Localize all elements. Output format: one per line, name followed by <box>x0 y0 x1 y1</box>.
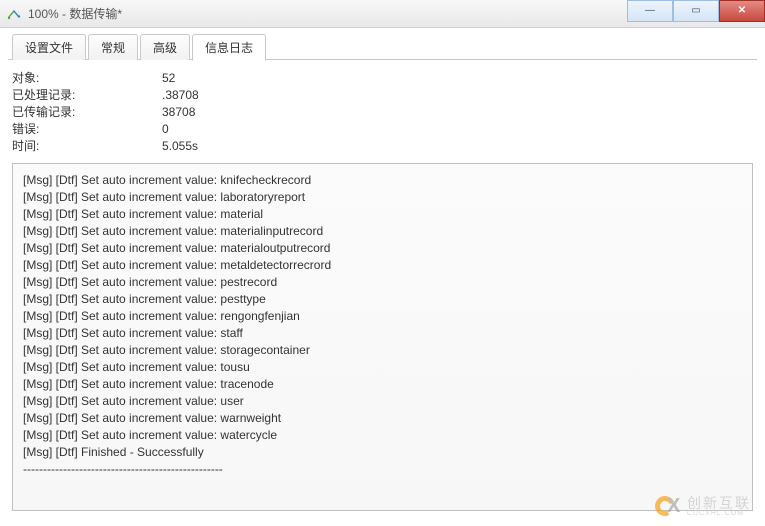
tab-3[interactable]: 信息日志 <box>192 34 266 61</box>
tab-0[interactable]: 设置文件 <box>12 34 86 60</box>
titlebar: 100% - 数据传输* — ▭ ✕ <box>0 0 765 28</box>
summary-panel: 对象:52已处理记录:.38708已传输记录:38708错误:0时间:5.055… <box>12 70 753 155</box>
log-line: [Msg] [Dtf] Set auto increment value: ma… <box>23 223 742 240</box>
summary-label: 时间: <box>12 138 162 155</box>
maximize-icon: ▭ <box>691 6 700 16</box>
log-line: [Msg] [Dtf] Set auto increment value: pe… <box>23 291 742 308</box>
window-controls: — ▭ ✕ <box>627 0 765 22</box>
log-line: [Msg] [Dtf] Set auto increment value: tr… <box>23 376 742 393</box>
tab-label: 高级 <box>153 41 177 55</box>
summary-row: 已传输记录:38708 <box>12 104 753 121</box>
log-line: [Msg] [Dtf] Set auto increment value: wa… <box>23 410 742 427</box>
log-line: [Msg] [Dtf] Set auto increment value: me… <box>23 257 742 274</box>
summary-value: .38708 <box>162 87 199 104</box>
log-line: ----------------------------------------… <box>23 461 742 478</box>
summary-value: 52 <box>162 70 175 87</box>
log-line: [Msg] [Dtf] Set auto increment value: st… <box>23 325 742 342</box>
summary-label: 已处理记录: <box>12 87 162 104</box>
app-icon <box>6 6 22 22</box>
summary-row: 对象:52 <box>12 70 753 87</box>
tab-1[interactable]: 常规 <box>88 34 138 60</box>
summary-row: 已处理记录:.38708 <box>12 87 753 104</box>
close-icon: ✕ <box>738 6 746 16</box>
tab-bar: 设置文件 常规 高级 信息日志 <box>8 34 757 60</box>
summary-row: 错误:0 <box>12 121 753 138</box>
log-line: [Msg] [Dtf] Set auto increment value: pe… <box>23 274 742 291</box>
minimize-icon: — <box>645 6 655 16</box>
log-line: [Msg] [Dtf] Set auto increment value: us… <box>23 393 742 410</box>
summary-label: 已传输记录: <box>12 104 162 121</box>
window-title: 100% - 数据传输* <box>28 5 122 22</box>
summary-value: 38708 <box>162 104 195 121</box>
log-panel[interactable]: [Msg] [Dtf] Set auto increment value: kn… <box>12 163 753 511</box>
log-line: [Msg] [Dtf] Set auto increment value: kn… <box>23 172 742 189</box>
tab-label: 信息日志 <box>205 41 253 55</box>
log-line: [Msg] [Dtf] Set auto increment value: ma… <box>23 240 742 257</box>
tab-2[interactable]: 高级 <box>140 34 190 60</box>
tab-label: 常规 <box>101 41 125 55</box>
client-area: 设置文件 常规 高级 信息日志 对象:52已处理记录:.38708已传输记录:3870… <box>0 28 765 521</box>
log-line: [Msg] [Dtf] Set auto increment value: st… <box>23 342 742 359</box>
log-line: [Msg] [Dtf] Set auto increment value: wa… <box>23 427 742 444</box>
close-button[interactable]: ✕ <box>719 0 765 22</box>
log-line: [Msg] [Dtf] Set auto increment value: ma… <box>23 206 742 223</box>
log-line: [Msg] [Dtf] Set auto increment value: la… <box>23 189 742 206</box>
summary-label: 对象: <box>12 70 162 87</box>
log-line: [Msg] [Dtf] Finished - Successfully <box>23 444 742 461</box>
summary-label: 错误: <box>12 121 162 138</box>
log-line: [Msg] [Dtf] Set auto increment value: re… <box>23 308 742 325</box>
summary-value: 0 <box>162 121 169 138</box>
log-line: [Msg] [Dtf] Set auto increment value: to… <box>23 359 742 376</box>
tab-label: 设置文件 <box>25 41 73 55</box>
summary-value: 5.055s <box>162 138 198 155</box>
summary-row: 时间:5.055s <box>12 138 753 155</box>
minimize-button[interactable]: — <box>627 0 673 22</box>
maximize-button[interactable]: ▭ <box>673 0 719 22</box>
